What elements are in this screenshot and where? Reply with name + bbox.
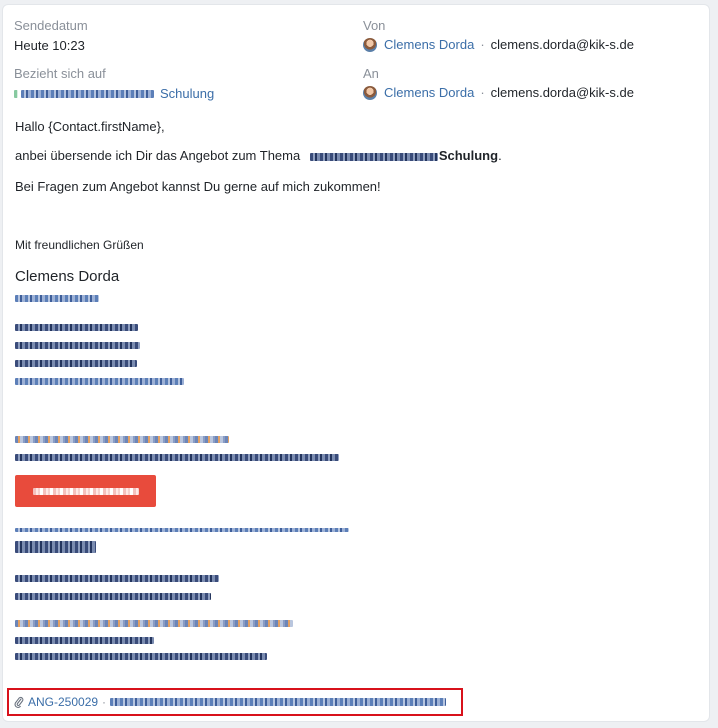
from-email: clemens.dorda@kik-s.de (490, 37, 634, 52)
related-redacted-text (21, 89, 154, 98)
offer-topic-suffix: Schulung (438, 148, 499, 163)
cta-redacted-label (32, 487, 139, 495)
attachment-row[interactable]: ANG-250029 · (7, 688, 463, 716)
separator: · (480, 37, 485, 52)
divider-redacted (15, 521, 349, 536)
greeting: Hallo {Contact.firstName}, (15, 119, 165, 134)
from-person: Clemens Dorda · clemens.dorda@kik-s.de (363, 37, 634, 52)
signature-name: Clemens Dorda (15, 268, 120, 285)
related-item[interactable]: Schulung (14, 86, 214, 101)
cta-button[interactable] (15, 475, 156, 507)
offer-topic-redacted (309, 152, 438, 161)
paperclip-icon (14, 696, 24, 708)
company-address-redacted (15, 570, 219, 585)
related-link[interactable]: Schulung (160, 86, 214, 101)
signature-promo-redacted (15, 431, 229, 446)
avatar (363, 37, 377, 52)
closing: Mit freundlichen Grüßen (15, 238, 144, 252)
separator: · (480, 85, 485, 100)
sent-date-label: Sendedatum (14, 18, 88, 33)
offer-line-prefix: anbei übersende ich Dir das Angebot zum … (15, 148, 301, 163)
company-legal2-redacted (15, 632, 154, 647)
company-legal-redacted (15, 615, 293, 630)
related-status-icon (14, 89, 18, 98)
avatar (363, 85, 377, 100)
related-label: Bezieht sich auf (14, 66, 106, 81)
separator: · (102, 695, 107, 709)
signature-mobile-redacted (15, 337, 140, 352)
attachment-title-redacted[interactable] (110, 698, 447, 706)
to-person: Clemens Dorda · clemens.dorda@kik-s.de (363, 85, 634, 100)
signature-fax-redacted (15, 355, 137, 370)
signature-promo2-redacted (15, 449, 339, 464)
from-name-link[interactable]: Clemens Dorda (384, 37, 474, 52)
to-email: clemens.dorda@kik-s.de (490, 85, 634, 100)
attachment-code[interactable]: ANG-250029 (28, 695, 98, 709)
email-detail-card: Sendedatum Heute 10:23 Von Clemens Dorda… (2, 4, 710, 722)
to-name-link[interactable]: Clemens Dorda (384, 85, 474, 100)
signature-email-redacted (15, 373, 184, 388)
to-label: An (363, 66, 379, 81)
offer-line-end: . (498, 148, 502, 163)
offer-line: anbei übersende ich Dir das Angebot zum … (15, 148, 502, 163)
company-name-redacted (15, 538, 96, 553)
signature-title-redacted (15, 290, 99, 305)
company-legal3-redacted (15, 648, 267, 663)
signature-phone-redacted (15, 319, 138, 334)
questions-line: Bei Fragen zum Angebot kannst Du gerne a… (15, 179, 381, 194)
sent-date-value: Heute 10:23 (14, 38, 85, 53)
company-address2-redacted (15, 588, 211, 603)
from-label: Von (363, 18, 386, 33)
